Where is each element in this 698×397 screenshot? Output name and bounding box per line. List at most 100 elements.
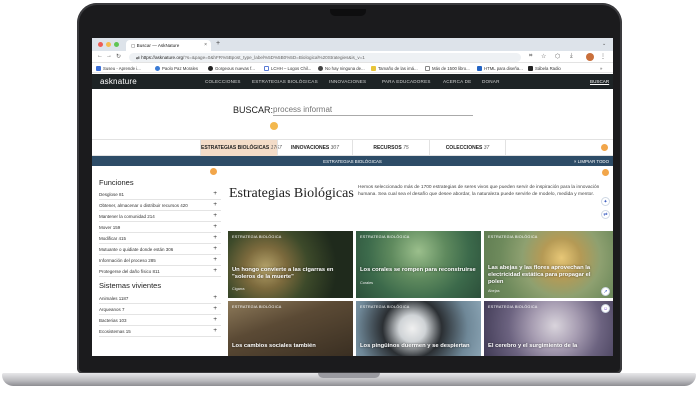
translate-icon[interactable]: ⌗ <box>529 53 532 60</box>
window-minimize-dot[interactable] <box>106 42 111 47</box>
bookmark-item[interactable]: Suseu - Aprende i... <box>96 65 141 71</box>
filter-row[interactable]: Información del proceso 285 + <box>99 255 221 266</box>
site-logo[interactable]: asknature <box>100 77 137 86</box>
strategy-card[interactable]: ESTRATEGIA BIOLÓGICA Los corales se romp… <box>356 231 481 298</box>
url-path: /?s=&page=0&hFR%5Bpost_type_label%5D%5B0… <box>183 54 365 60</box>
nav-acerca[interactable]: ACERCA DE <box>443 79 471 84</box>
screen: ▢ Buscar — AskNature × + ⌄ ← → ↻ ⇌ https… <box>92 38 613 356</box>
search-input[interactable] <box>273 104 473 116</box>
filter-row[interactable]: Animales 1187 + <box>99 293 221 304</box>
new-tab-button[interactable]: + <box>216 40 220 47</box>
back-arrow-icon[interactable]: ← <box>97 53 103 59</box>
address-bar[interactable]: ⇌ https://asknature.org/?s=&page=0&hFR%5… <box>129 52 521 62</box>
ai-sparkle-icon[interactable]: ✦ <box>601 197 610 206</box>
laptop-base-groove <box>318 373 380 378</box>
card-title: Los cambios sociales también <box>232 343 316 349</box>
menu-kebab-icon[interactable]: ⋮ <box>600 53 606 60</box>
filter-sidebar: Funciones Desglose 81 + Obtener, almacena… <box>92 166 222 356</box>
search-label: BUSCAR: <box>233 105 274 115</box>
nav-buscar-link[interactable]: BUSCAR <box>590 79 609 84</box>
bookmark-item[interactable]: Paolo Paz Morales <box>155 65 198 71</box>
nav-colecciones[interactable]: COLECCIONES <box>205 79 241 84</box>
expand-plus-icon: + <box>213 201 217 208</box>
bookmark-star-icon[interactable]: ☆ <box>541 53 546 60</box>
nav-donar[interactable]: DONAR <box>482 79 500 84</box>
tab-list-chevron-icon[interactable]: ⌄ <box>602 41 606 47</box>
lightbulb-icon <box>270 122 278 130</box>
sidebar-toggle-icon[interactable] <box>210 168 217 175</box>
profile-avatar[interactable] <box>586 53 594 61</box>
card-tag: ESTRATEGIA BIOLÓGICA <box>232 305 282 309</box>
strategy-card[interactable]: ESTRATEGIA BIOLÓGICA Los pingüinos duerm… <box>356 301 481 356</box>
expand-plus-icon: + <box>213 316 217 323</box>
filter-row[interactable]: Protegerse del daño físico 811 + <box>99 266 221 277</box>
card-title: Un hongo convierte a las cigarras en "so… <box>232 267 334 280</box>
tab-title: Buscar — AskNature <box>136 43 180 48</box>
main-toggle-icon[interactable] <box>602 169 609 176</box>
bookmark-item[interactable]: Tamaño de las imá... <box>371 65 418 71</box>
bookmark-item[interactable]: No hay ninguna de... <box>318 65 365 71</box>
share-side-icon[interactable]: ↗ <box>601 287 610 296</box>
filter-row[interactable]: Obtener, almacenar o distribuir recursos… <box>99 200 221 211</box>
funciones-heading: Funciones <box>99 178 134 187</box>
nav-innovaciones[interactable]: INNOVACIONES <box>329 79 366 84</box>
card-title: Las abejas y las flores aprovechan la el… <box>488 265 591 285</box>
tab-estrategias[interactable]: ESTRATEGIAS BIOLÓGICAS 1767 <box>200 140 282 156</box>
filter-row[interactable]: Bacterias 103 + <box>99 315 221 326</box>
sistemas-heading: Sistemas vivientes <box>99 281 162 290</box>
clear-all-button[interactable]: × LIMPIAR TODO <box>574 159 609 164</box>
active-filter-bar: ESTRATEGIAS BIOLÓGICAS × LIMPIAR TODO <box>92 156 613 166</box>
result-type-tabs: ESTRATEGIAS BIOLÓGICAS 1767 INNOVACIONES… <box>92 139 613 156</box>
bookmark-item[interactable]: Gorgeous nuevas f... <box>208 65 255 71</box>
expand-plus-icon: + <box>213 212 217 219</box>
nav-educadores[interactable]: PARA EDUCADORES <box>382 79 431 84</box>
strategy-card[interactable]: ESTRATEGIA BIOLÓGICA Los cambios sociale… <box>228 301 353 356</box>
translate-side-icon[interactable]: ⇄ <box>601 210 610 219</box>
forward-arrow-icon[interactable]: → <box>106 53 112 59</box>
bookmark-item[interactable]: Sábela Radio <box>528 65 561 71</box>
card-title: Los pingüinos duermen y se despiertan <box>360 343 470 349</box>
expand-plus-icon: + <box>213 267 217 274</box>
close-tab-icon[interactable]: × <box>204 42 207 48</box>
browser-tab[interactable]: ▢ Buscar — AskNature × <box>126 40 211 51</box>
bookmarks-more-icon[interactable]: » <box>600 66 602 71</box>
filter-row[interactable]: Mutuante o quidiate donde están 306 + <box>99 244 221 255</box>
strategy-card[interactable]: ESTRATEGIA BIOLÓGICA El cerebro y el sur… <box>484 301 613 356</box>
bookmark-item[interactable]: LCHH – Logos Chil... <box>264 65 311 71</box>
card-title: Los corales se rompen para reconstruirse <box>360 267 476 273</box>
tab-colecciones[interactable]: COLECCIONES 37 <box>429 140 506 156</box>
strategy-card[interactable]: ESTRATEGIA BIOLÓGICA Un hongo convierte … <box>228 231 353 298</box>
window-close-dot[interactable] <box>98 42 103 47</box>
nav-estrategias[interactable]: ESTRATEGIAS BIOLÓGICAS <box>252 79 318 84</box>
filter-row[interactable]: Arqueanos 7 + <box>99 304 221 315</box>
filter-row[interactable]: Mantener la comunidad 214 + <box>99 211 221 222</box>
extensions-icon[interactable]: ⬡ <box>555 53 560 60</box>
tab-recursos[interactable]: RECURSOS 75 <box>352 140 429 156</box>
reload-icon[interactable]: ↻ <box>116 53 121 60</box>
card-organism: Abejas <box>488 289 500 293</box>
bookmarks-bar: Suseu - Aprende i... Paolo Paz Morales G… <box>92 63 613 73</box>
bookmark-item[interactable]: Más de 1500 libro... <box>425 65 470 71</box>
card-tag: ESTRATEGIA BIOLÓGICA <box>232 235 282 239</box>
window-maximize-dot[interactable] <box>114 42 119 47</box>
tab-innovaciones[interactable]: INNOVACIONES 307 <box>277 140 352 156</box>
chat-side-icon[interactable]: ☺ <box>601 304 610 313</box>
laptop-mockup: ▢ Buscar — AskNature × + ⌄ ← → ↻ ⇌ https… <box>0 0 698 397</box>
expand-plus-icon: + <box>213 190 217 197</box>
site-header: asknature COLECCIONES ESTRATEGIAS BIOLÓG… <box>92 74 613 89</box>
page-description: Hemos seleccionado más de 1700 estrategi… <box>358 185 600 197</box>
expand-plus-icon: + <box>213 245 217 252</box>
filter-row[interactable]: Modificar 415 + <box>99 233 221 244</box>
tabs-scroll-icon[interactable] <box>601 144 608 151</box>
filter-row[interactable]: Ecosistemas 15 + <box>99 326 221 337</box>
expand-plus-icon: + <box>213 223 217 230</box>
filter-row[interactable]: Mover 159 + <box>99 222 221 233</box>
strategy-card[interactable]: ESTRATEGIA BIOLÓGICA Las abejas y las fl… <box>484 231 613 298</box>
bookmark-item[interactable]: HTML para diseña... <box>477 65 523 71</box>
address-row: ← → ↻ ⇌ https://asknature.org/?s=&page=0… <box>92 51 613 63</box>
download-icon[interactable]: ⤓ <box>570 53 573 60</box>
active-filter-label: ESTRATEGIAS BIOLÓGICAS <box>323 158 382 164</box>
filter-row[interactable]: Desglose 81 + <box>99 189 221 200</box>
url-prefix: https:// <box>141 54 155 60</box>
expand-plus-icon: + <box>213 256 217 263</box>
